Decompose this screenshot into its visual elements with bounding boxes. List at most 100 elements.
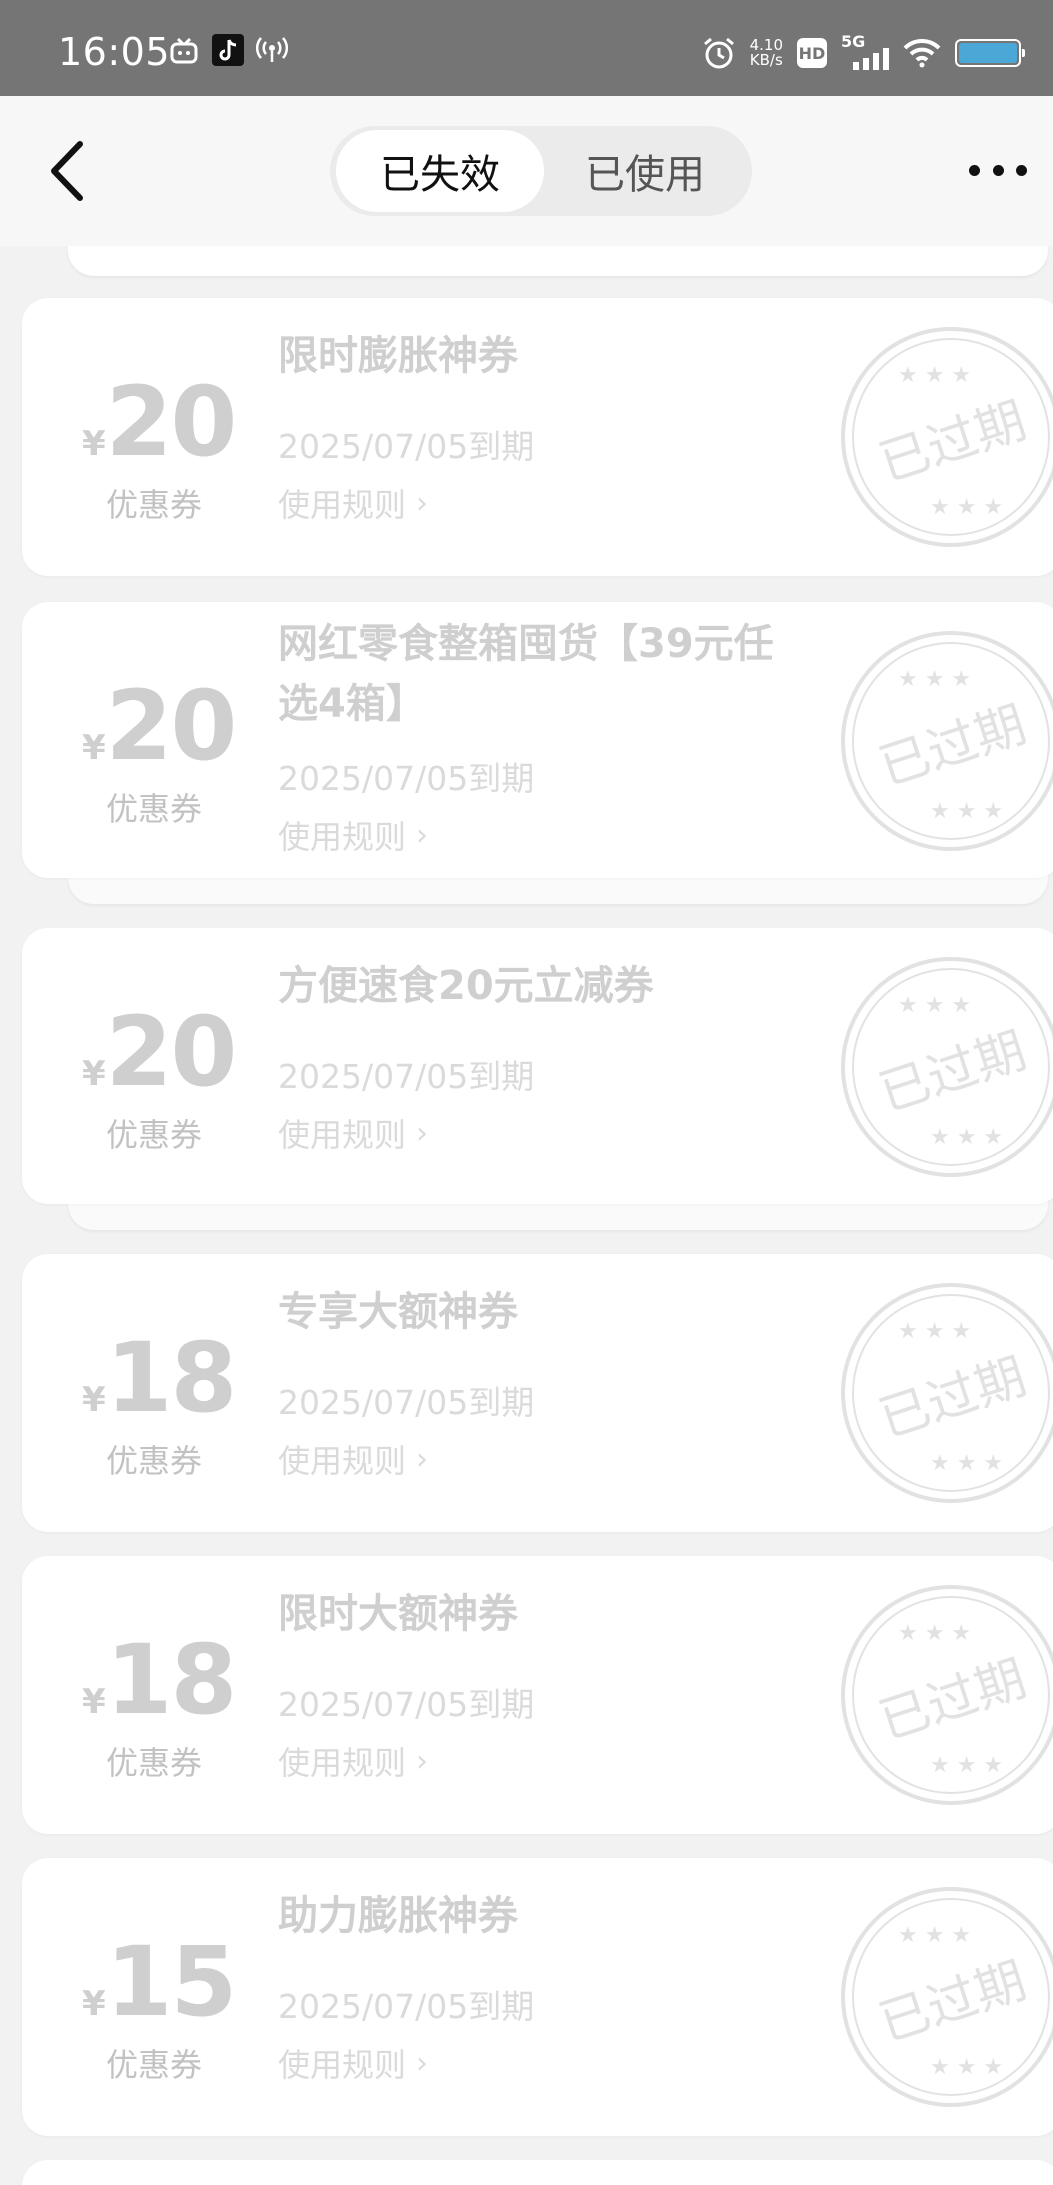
tab-used[interactable]: 已使用 (544, 130, 746, 212)
chevron-right-icon: › (416, 817, 429, 853)
svg-text:★ ★ ★: ★ ★ ★ (930, 799, 1003, 824)
coupon-amount: ¥15 (82, 1934, 277, 2030)
coupon-expiry: 2025/07/05到期 (278, 1685, 535, 1724)
coupon-card[interactable]: ¥18 优惠券 限时大额神券 2025/07/05到期 使用规则 › ★ ★ ★ … (22, 1556, 1053, 1834)
status-right-group: 4.10 KB/s HD 5G (702, 32, 1025, 70)
svg-text:★ ★ ★: ★ ★ ★ (898, 667, 971, 692)
coupon-value: 20 (105, 366, 238, 478)
stamp-label: 已过期 (872, 1347, 1033, 1449)
svg-text:★ ★ ★: ★ ★ ★ (930, 1125, 1003, 1150)
coupon-card[interactable]: ¥20 优惠券 限时膨胀神券 2025/07/05到期 使用规则 › ★ ★ ★ … (22, 298, 1053, 576)
status-bar: 16:05 4.10 KB/s HD 5G (0, 0, 1053, 96)
previous-coupon-edge (68, 246, 1048, 276)
stamp-label: 已过期 (872, 1951, 1033, 2053)
stamp-label: 已过期 (872, 695, 1033, 797)
coupon-expiry: 2025/07/05到期 (278, 759, 535, 798)
usage-rules-link[interactable]: 使用规则 › (278, 1738, 428, 1784)
coupon-value: 20 (105, 670, 238, 782)
svg-text:★ ★ ★: ★ ★ ★ (898, 1319, 971, 1344)
coupon-expiry: 2025/07/05到期 (278, 1383, 535, 1422)
usage-rules-label: 使用规则 (278, 1442, 407, 1480)
coupon-card[interactable]: ¥15 优惠券 助力膨胀神券 2025/07/05到期 使用规则 › ★ ★ ★ … (22, 1858, 1053, 2136)
coupon-type-label: 优惠券 (106, 486, 203, 524)
chevron-right-icon: › (416, 1441, 429, 1477)
header: 已失效 已使用 (0, 96, 1053, 246)
usage-rules-label: 使用规则 (278, 1744, 407, 1782)
more-dot-icon (969, 164, 980, 176)
svg-text:★ ★ ★: ★ ★ ★ (930, 1451, 1003, 1476)
currency-symbol: ¥ (82, 1054, 106, 1094)
coupon-expiry: 2025/07/05到期 (278, 427, 535, 466)
usage-rules-label: 使用规则 (278, 486, 407, 524)
coupon-amount: ¥18 (82, 1330, 277, 1426)
battery-icon (955, 39, 1025, 67)
usage-rules-link[interactable]: 使用规则 › (278, 2040, 428, 2086)
coupon-card[interactable]: ¥20 优惠券 方便速食20元立减券 2025/07/05到期 使用规则 › ★ … (22, 928, 1053, 1204)
usage-rules-label: 使用规则 (278, 2046, 407, 2084)
svg-text:★ ★ ★: ★ ★ ★ (930, 495, 1003, 520)
coupon-amount: ¥20 (82, 374, 277, 470)
usage-rules-label: 使用规则 (278, 818, 407, 856)
coupon-card[interactable]: ¥20 优惠券 网红零食整箱囤货【39元任选4箱】 2025/07/05到期 使… (22, 602, 1053, 878)
network-speed: 4.10 KB/s (750, 38, 783, 68)
hd-badge: HD (797, 38, 827, 68)
coupon-type-label: 优惠券 (106, 2046, 203, 2084)
coupon-card-partial[interactable] (22, 2160, 1053, 2185)
more-dot-icon (1016, 164, 1027, 176)
coupon-title: 方便速食20元立减券 (278, 963, 654, 1009)
more-button[interactable] (969, 152, 1027, 188)
stamp-label: 已过期 (872, 1649, 1033, 1751)
coupon-title: 限时膨胀神券 (278, 333, 518, 379)
svg-text:★ ★ ★: ★ ★ ★ (898, 1621, 971, 1646)
coupon-amount: ¥18 (82, 1632, 277, 1728)
coupon-value: 18 (105, 1624, 238, 1736)
usage-rules-label: 使用规则 (278, 1116, 407, 1154)
coupon-title: 网红零食整箱囤货【39元任选4箱】 (278, 621, 774, 727)
more-dot-icon (992, 164, 1004, 176)
coupon-amount: ¥20 (82, 678, 277, 774)
coupon-title: 助力膨胀神券 (278, 1893, 518, 1939)
coupon-title: 专享大额神券 (278, 1289, 518, 1335)
coupon-type-label: 优惠券 (106, 1442, 203, 1480)
coupon-type-label: 优惠券 (106, 1744, 203, 1782)
status-time: 16:05 (58, 30, 171, 74)
stamp-label: 已过期 (872, 391, 1033, 493)
svg-text:★ ★ ★: ★ ★ ★ (898, 363, 971, 388)
back-button[interactable] (44, 138, 94, 204)
network-speed-unit: KB/s (749, 51, 783, 69)
expired-stamp-icon: ★ ★ ★ ★ ★ ★ 已过期 (841, 1887, 1053, 2107)
usage-rules-link[interactable]: 使用规则 › (278, 812, 428, 858)
coupon-value: 15 (105, 1926, 238, 2038)
signal-bars-icon (853, 48, 889, 70)
coupon-list[interactable]: ¥20 优惠券 限时膨胀神券 2025/07/05到期 使用规则 › ★ ★ ★ … (0, 246, 1053, 2185)
coupon-amount: ¥20 (82, 1004, 277, 1100)
svg-text:★ ★ ★: ★ ★ ★ (930, 2055, 1003, 2080)
tab-expired[interactable]: 已失效 (336, 130, 544, 212)
coupon-card[interactable]: ¥18 优惠券 专享大额神券 2025/07/05到期 使用规则 › ★ ★ ★ … (22, 1254, 1053, 1532)
coupon-expiry: 2025/07/05到期 (278, 1057, 535, 1096)
currency-symbol: ¥ (82, 1984, 106, 2024)
currency-symbol: ¥ (82, 1682, 106, 1722)
wifi-icon (903, 38, 941, 68)
usage-rules-link[interactable]: 使用规则 › (278, 1436, 428, 1482)
expired-stamp-icon: ★ ★ ★ ★ ★ ★ 已过期 (841, 1283, 1053, 1503)
chevron-right-icon: › (416, 2045, 429, 2081)
alarm-icon (703, 37, 734, 69)
stamp-label: 已过期 (872, 1021, 1033, 1123)
currency-symbol: ¥ (82, 728, 106, 768)
hotspot-icon (256, 37, 288, 62)
usage-rules-link[interactable]: 使用规则 › (278, 480, 428, 526)
cell-signal-icon: 5G (841, 32, 889, 70)
coupon-expiry: 2025/07/05到期 (278, 1987, 535, 2026)
expired-stamp-icon: ★ ★ ★ ★ ★ ★ 已过期 (841, 327, 1053, 547)
coupon-type-label: 优惠券 (106, 1116, 203, 1154)
expired-stamp-icon: ★ ★ ★ ★ ★ ★ 已过期 (841, 1585, 1053, 1805)
tv-app-icon (170, 38, 198, 64)
svg-text:★ ★ ★: ★ ★ ★ (898, 993, 971, 1018)
usage-rules-link[interactable]: 使用规则 › (278, 1110, 428, 1156)
currency-symbol: ¥ (82, 424, 106, 464)
expired-stamp-icon: ★ ★ ★ ★ ★ ★ 已过期 (841, 957, 1053, 1177)
chevron-right-icon: › (416, 1743, 429, 1779)
coupon-value: 20 (105, 996, 238, 1108)
currency-symbol: ¥ (82, 1380, 106, 1420)
